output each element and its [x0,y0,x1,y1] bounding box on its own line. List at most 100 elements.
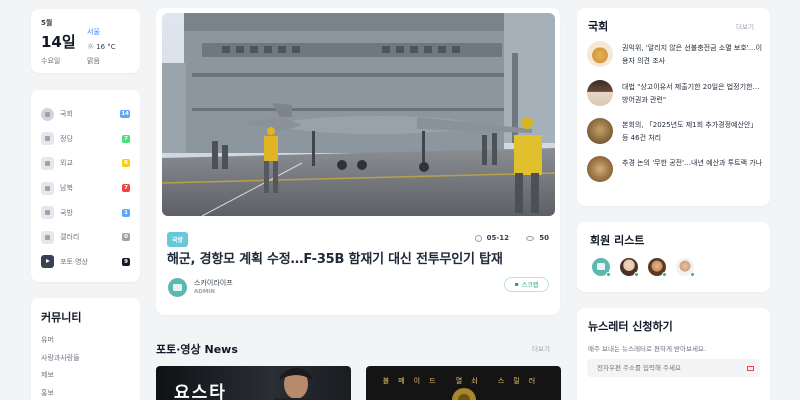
member-list-box: 회원 리스트 [577,222,770,292]
newsletter-title: 뉴스레터 신청하기 [588,320,673,333]
weather: 서울 ☼ 16 °C 맑음 [87,27,116,66]
category-tag[interactable]: 국방 [167,232,189,247]
article-meta: 국방 05-12 50 [167,232,549,247]
aircraft-carrier-drone-photo [162,13,555,216]
category-item-defense[interactable]: 국방 1 [41,200,130,225]
date-weekday: 수요일 [41,57,61,65]
category-count: 0 [122,233,130,242]
member-avatar[interactable] [592,258,611,277]
plane-icon [41,206,54,220]
member-avatar[interactable] [676,258,695,277]
category-label: 외교 [60,159,73,168]
category-menu: 국회 14 정당 7 외교 6 남북 7 국방 1 갤러리 0 포토·영상 9 [31,90,140,282]
newsletter-desc: 매주 보내는 뉴스레터로 편하게 받아보세요. [588,345,706,353]
mail-icon[interactable] [747,366,754,371]
date-day: 14일 [41,33,76,51]
community-item[interactable]: 홍보 [41,388,130,400]
sun-icon: ☼ [87,42,95,51]
category-label: 갤러리 [60,233,80,242]
category-item-diplomacy[interactable]: 외교 6 [41,151,130,176]
eye-icon [526,235,535,241]
photo-news-thumb[interactable]: 요스타 [156,366,351,400]
gukhoe-more-link[interactable]: 더보기 [736,21,754,31]
map-icon [41,181,54,195]
category-count: 7 [122,184,130,193]
category-label: 정당 [60,134,73,143]
news-title: 대법 "상고이유서 제출기한 20일은 법정기한…방어권과 관련" [622,83,760,104]
news-thumb [587,118,613,144]
gukhoe-news-box: 국회 더보기 권익위, '알리지 않은 선불충전금 소멸 보호'…이용자 의견 … [577,8,770,206]
article-date: 05-12 [474,234,509,242]
category-label: 남북 [60,184,73,193]
category-label: 포토·영상 [60,257,88,266]
clock-icon [474,234,482,242]
category-count: 6 [122,159,130,168]
community-item[interactable]: 유머 [41,335,130,353]
news-item[interactable]: 대법 "상고이유서 제출기한 20일은 법정기한…방어권과 관련" [587,80,762,110]
video-icon [41,255,54,269]
article-views: 50 [526,234,549,242]
bookmark-icon: ▪ [514,281,519,288]
category-item-party[interactable]: 정당 7 [41,127,130,152]
category-label: 국방 [60,208,73,217]
weather-temp-row: ☼ 16 °C [87,42,116,51]
news-title: 추경 논의 '무한 공전'…내년 예산과 투트랙 가나 [622,159,763,167]
movie-poster-emblem [452,388,476,400]
category-count: 7 [122,134,130,143]
newsletter-email-input[interactable] [587,359,760,377]
news-item[interactable]: 권익위, '알리지 않은 선불충전금 소멸 보호'…이용자 의견 조사 [587,41,762,71]
photo-news-more-link[interactable]: 더보기 [532,343,550,353]
gukhoe-title: 국회 [588,20,609,33]
article-date-value: 05-12 [486,234,509,242]
gallery-icon [41,230,54,244]
online-indicator [634,272,639,277]
community-item[interactable]: 제보 [41,370,130,388]
date-weather-widget: 5월 14일 수요일 서울 ☼ 16 °C 맑음 [31,9,140,73]
online-indicator [690,272,695,277]
article-headline[interactable]: 해군, 경항모 계획 수정…F-35B 함재기 대신 전투무인기 탑재 [167,248,503,267]
news-thumb [587,41,613,67]
article-views-value: 50 [539,234,549,242]
category-count: 14 [120,110,130,119]
thumb-caption: 요스타 [174,383,227,400]
news-thumb [587,80,613,106]
author-role: ADMIN [194,289,215,295]
category-item-gallery[interactable]: 갤러리 0 [41,225,130,250]
news-item[interactable]: 추경 논의 '무한 공전'…내년 예산과 투트랙 가나 [587,156,762,186]
scrap-label: 스크랩 [521,282,539,289]
globe-icon [41,107,54,121]
online-indicator [662,272,667,277]
scrap-button[interactable]: ▪ 스크랩 [504,277,549,292]
author-avatar [168,278,187,297]
member-avatar[interactable] [648,258,667,277]
photo-news-title: 포토·영상 News [156,343,238,356]
handshake-icon [41,156,54,170]
date-month: 5월 [41,19,53,27]
avatar-glyph [597,263,605,270]
news-thumb [587,156,613,182]
weather-temp: 16 °C [96,42,116,51]
featured-article[interactable]: 국방 05-12 50 해군, 경항모 계획 수정…F-35B 함재기 대신 전… [156,8,560,315]
community-title: 커뮤니티 [41,311,82,324]
article-hero-image[interactable] [162,13,555,216]
member-avatar[interactable] [620,258,639,277]
document-icon [41,132,54,146]
news-title: 본회의, 「2025년도 제1회 추가경정예산안」 등 46건 처리 [622,121,758,142]
author-name: 스카이라이프 [194,279,233,287]
online-indicator [606,272,611,277]
news-item[interactable]: 본회의, 「2025년도 제1회 추가경정예산안」 등 46건 처리 [587,118,762,148]
weather-city[interactable]: 서울 [87,27,116,37]
category-item-photo-video[interactable]: 포토·영상 9 [41,250,130,275]
newsletter-box: 뉴스레터 신청하기 매주 보내는 뉴스레터로 편하게 받아보세요. [577,308,770,400]
category-item-gukhoe[interactable]: 국회 14 [41,102,130,127]
category-count: 9 [122,257,130,266]
community-box: 커뮤니티 유머 사랑과사랑들 제보 홍보 [31,298,140,400]
category-count: 1 [122,208,130,217]
weather-condition: 맑음 [87,57,100,65]
category-label: 국회 [60,110,73,119]
community-item[interactable]: 사랑과사랑들 [41,353,130,371]
photo-news-thumb[interactable]: 불메이드 열쇠 스릴러 [366,366,561,400]
members-title: 회원 리스트 [590,234,645,247]
category-item-nk[interactable]: 남북 7 [41,176,130,201]
news-title: 권익위, '알리지 않은 선불충전금 소멸 보호'…이용자 의견 조사 [622,44,763,65]
